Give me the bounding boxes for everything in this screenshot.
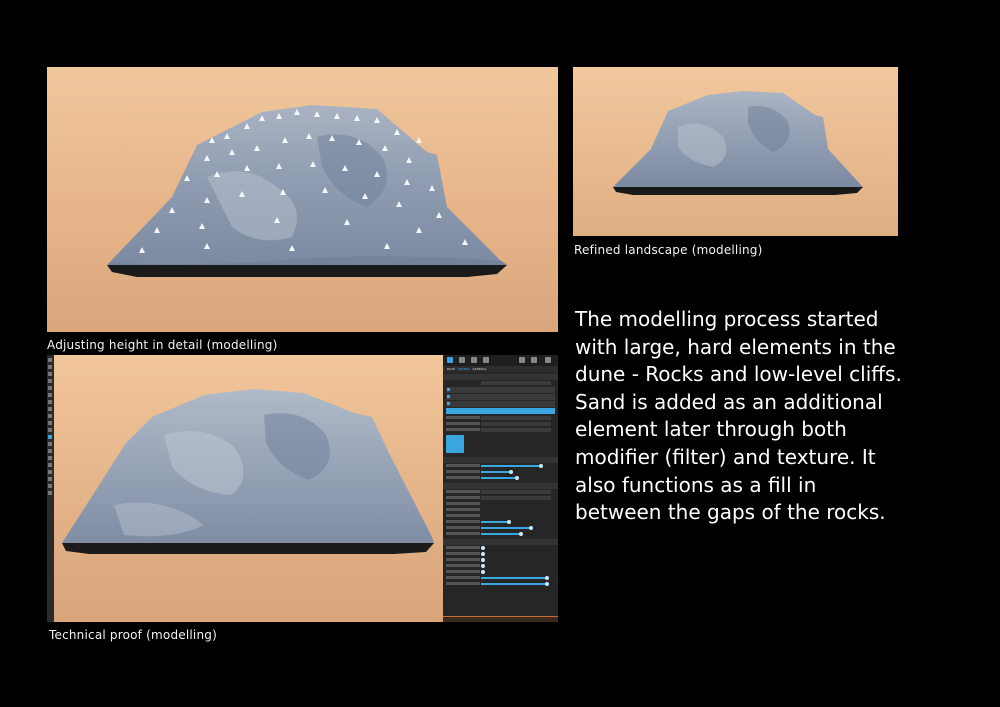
image-technical-proof: BASE FILTERS GENERAL xyxy=(47,355,558,622)
layer-item-selected[interactable] xyxy=(446,408,555,414)
description-paragraph: The modelling process started with large… xyxy=(575,307,902,525)
tool-strip xyxy=(47,355,54,622)
stamp-icon[interactable] xyxy=(519,357,525,363)
caption-technical-proof: Technical proof (modelling) xyxy=(49,628,217,642)
image-adjusting-height xyxy=(47,67,558,332)
layer-item[interactable] xyxy=(446,394,555,400)
tab-general[interactable]: GENERAL xyxy=(473,367,487,371)
filters-panel: BASE FILTERS GENERAL xyxy=(443,355,558,622)
panel-tabs: BASE FILTERS GENERAL xyxy=(443,366,558,372)
caption-adjusting-height: Adjusting height in detail (modelling) xyxy=(47,338,278,352)
panel-footer xyxy=(443,616,558,622)
apply-button[interactable] xyxy=(446,435,464,453)
arrow-icon[interactable] xyxy=(447,357,453,363)
gear-icon[interactable] xyxy=(545,357,551,363)
grid-icon[interactable] xyxy=(483,357,489,363)
sculpt-icon[interactable] xyxy=(471,357,477,363)
slider-row[interactable] xyxy=(443,531,558,537)
layer-item[interactable] xyxy=(446,401,555,407)
tab-filters[interactable]: FILTERS xyxy=(458,367,470,371)
slider-row[interactable] xyxy=(443,581,558,587)
image-refined-landscape xyxy=(573,67,898,236)
brush-icon[interactable] xyxy=(459,357,465,363)
slider-row[interactable] xyxy=(443,475,558,481)
tab-base[interactable]: BASE xyxy=(447,367,455,371)
layer-item[interactable] xyxy=(446,387,555,393)
caption-refined-landscape: Refined landscape (modelling) xyxy=(574,243,763,257)
terrain-viewport xyxy=(54,355,443,622)
panel-toolbar xyxy=(443,355,558,366)
export-icon[interactable] xyxy=(531,357,537,363)
panel-row xyxy=(443,380,558,386)
